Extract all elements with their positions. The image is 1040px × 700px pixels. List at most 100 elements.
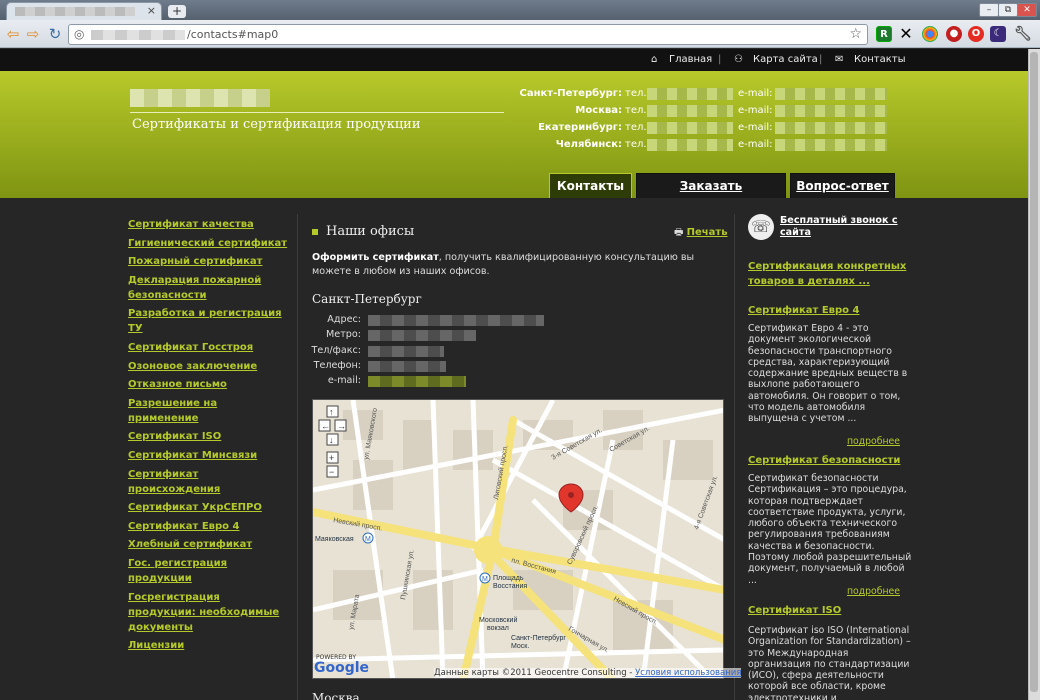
svg-text:↓: ↓ xyxy=(329,435,334,445)
metro-value-redacted xyxy=(368,330,476,341)
office-phone-redacted xyxy=(647,122,733,134)
nav-home-link[interactable]: Главная xyxy=(669,54,712,65)
svg-text:M: M xyxy=(365,536,371,543)
sidebar-item[interactable]: Разработка и регистрация ТУ xyxy=(128,306,288,336)
logo-redacted[interactable] xyxy=(130,89,270,107)
news-more-link[interactable]: подробнее xyxy=(748,586,900,597)
tab-contacts[interactable]: Контакты xyxy=(549,173,632,199)
news-more-link[interactable]: подробнее xyxy=(748,436,900,447)
back-arrow-icon[interactable]: ⇦ xyxy=(4,25,22,43)
svg-text:M: M xyxy=(482,576,488,583)
email-value-redacted[interactable] xyxy=(368,376,466,387)
tab-order-certificate[interactable]: Заказать сертификат xyxy=(636,173,786,217)
new-tab-button[interactable]: + xyxy=(168,5,186,18)
sidebar-item[interactable]: Лицензии xyxy=(128,638,288,653)
sidebar-item[interactable]: Сертификат Минсвязи xyxy=(128,448,288,463)
address-bar[interactable]: ◎ /contacts#map0 ☆ xyxy=(68,24,868,45)
web-page: ⌂ Главная | ⚇ Карта сайта | ✉ Контакты С… xyxy=(0,49,1028,700)
sidebar-item[interactable]: Сертификат ISO xyxy=(128,429,288,444)
wrench-icon[interactable]: 🔧︎ xyxy=(1014,26,1032,42)
office-city: Москва: xyxy=(575,105,622,116)
news-excerpt: Сертификат Евро 4 - это документ экологи… xyxy=(748,323,908,425)
metro-label: Метро: xyxy=(326,329,361,340)
address-value-redacted xyxy=(368,315,544,326)
bookmark-star-icon[interactable]: ☆ xyxy=(849,26,862,42)
svg-text:Восстания: Восстания xyxy=(493,583,527,590)
sidebar-item[interactable]: Гос. регистрация продукции xyxy=(128,556,288,586)
minimize-button[interactable]: – xyxy=(979,3,999,17)
sidebar-item[interactable]: Декларация пожарной безопасности xyxy=(128,273,288,303)
telfax-label: Тел/факс: xyxy=(311,345,361,356)
nav-separator: | xyxy=(819,54,823,65)
map-canvas: Невский просп. Лиговский просп. пл. Восс… xyxy=(313,400,723,678)
news-title[interactable]: Сертификат безопасности xyxy=(748,453,900,468)
callback-link[interactable]: Бесплатный звонок с сайта xyxy=(780,215,900,239)
stop-extension-icon[interactable]: ● xyxy=(946,26,962,42)
map-copyright: Данные карты ©2011 Geocentre Consulting … xyxy=(434,668,636,678)
news-excerpt: Сертификат безопасности Сертификация – э… xyxy=(748,473,912,586)
promo-link[interactable]: Сертификация конкретных товаров в деталя… xyxy=(748,259,913,289)
google-logo[interactable]: Google xyxy=(314,660,369,676)
sidebar-item[interactable]: Сертификат Евро 4 xyxy=(128,519,288,534)
sidebar-item[interactable]: Озоновое заключение xyxy=(128,359,288,374)
map-terms-link[interactable]: Условия использования xyxy=(635,668,741,678)
phone-value-redacted xyxy=(368,361,446,372)
extension-x-icon[interactable]: ✕ xyxy=(898,26,914,42)
office-email-redacted xyxy=(775,105,887,117)
maximize-button[interactable]: ⧉ xyxy=(998,3,1018,17)
extension-r-icon[interactable]: R xyxy=(876,26,892,42)
office-map[interactable]: Невский просп. Лиговский просп. пл. Восс… xyxy=(312,399,724,679)
intro-text: Оформить сертификат, получить квалифицир… xyxy=(312,251,712,279)
sidebar-item[interactable]: Госрегистрация продукции: необходимые до… xyxy=(128,590,288,635)
sidebar-item[interactable]: Пожарный сертификат xyxy=(128,254,288,269)
promo-link-label[interactable]: Сертификация конкретных товаров в деталя… xyxy=(748,259,913,289)
news-title[interactable]: Сертификат Евро 4 xyxy=(748,303,859,318)
office-email-redacted xyxy=(775,139,887,151)
scrollbar-thumb[interactable] xyxy=(1030,52,1038,692)
map-station: Маяковская xyxy=(315,536,354,543)
office-email-redacted xyxy=(775,88,887,100)
svg-text:вокзал: вокзал xyxy=(487,625,509,632)
office-email-label: e-mail: xyxy=(738,122,773,133)
email-label: e-mail: xyxy=(327,375,361,386)
print-link[interactable]: 🖶︎ Печать xyxy=(674,225,728,242)
address-label: Адрес: xyxy=(327,314,361,325)
sidebar-item[interactable]: Отказное письмо xyxy=(128,377,288,392)
forward-arrow-icon[interactable]: ⇨ xyxy=(24,25,42,43)
svg-text:−: − xyxy=(329,467,334,477)
sidebar: Сертификат качества Гигиенический сертиф… xyxy=(128,217,288,657)
sidebar-item[interactable]: Сертификат происхождения xyxy=(128,467,288,497)
sidebar-item[interactable]: Сертификат Госстроя xyxy=(128,340,288,355)
sidebar-item[interactable]: Сертификат качества xyxy=(128,217,288,232)
browser-tab[interactable]: × xyxy=(6,2,162,20)
map-attribution: Данные карты ©2011 Geocentre Consulting … xyxy=(434,668,742,678)
night-extension-icon[interactable]: ☾ xyxy=(990,26,1006,42)
office-tel-label: тел. xyxy=(625,105,647,116)
nav-contacts-link[interactable]: Контакты xyxy=(854,54,905,65)
opera-extension-icon[interactable]: O xyxy=(968,26,984,42)
url-path: /contacts#map0 xyxy=(187,28,279,41)
sidebar-item[interactable]: Сертификат УкрСЕПРО xyxy=(128,500,288,515)
sidebar-item[interactable]: Хлебный сертификат xyxy=(128,537,288,552)
nav-sitemap-link[interactable]: Карта сайта xyxy=(753,54,818,65)
svg-text:+: + xyxy=(329,453,334,463)
sidebar-item[interactable]: Разрешение на применение xyxy=(128,396,288,426)
chrome-extension-icon[interactable] xyxy=(922,26,938,42)
globe-icon: ◎ xyxy=(74,27,85,41)
svg-text:Моск.: Моск. xyxy=(511,643,529,650)
heading-bullet xyxy=(312,229,318,235)
tab-faq[interactable]: Вопрос-ответ xyxy=(790,173,895,199)
office-city: Челябинск: xyxy=(555,139,622,150)
sidebar-item[interactable]: Гигиенический сертификат xyxy=(128,236,288,251)
news-title[interactable]: Сертификат ISO xyxy=(748,603,841,618)
office-city-title: Санкт-Петербург xyxy=(312,292,422,306)
office-email-label: e-mail: xyxy=(738,105,773,116)
print-label[interactable]: Печать xyxy=(687,227,728,238)
reload-icon[interactable]: ↻ xyxy=(46,25,64,43)
office-city: Санкт-Петербург: xyxy=(519,88,623,99)
printer-icon: 🖶︎ xyxy=(674,227,684,238)
tab-close-icon[interactable]: × xyxy=(147,4,156,17)
office-tel-label: тел. xyxy=(625,139,647,150)
news-excerpt: Сертификат iso ISO (International Organi… xyxy=(748,625,911,700)
close-window-button[interactable]: ✕ xyxy=(1017,3,1037,17)
